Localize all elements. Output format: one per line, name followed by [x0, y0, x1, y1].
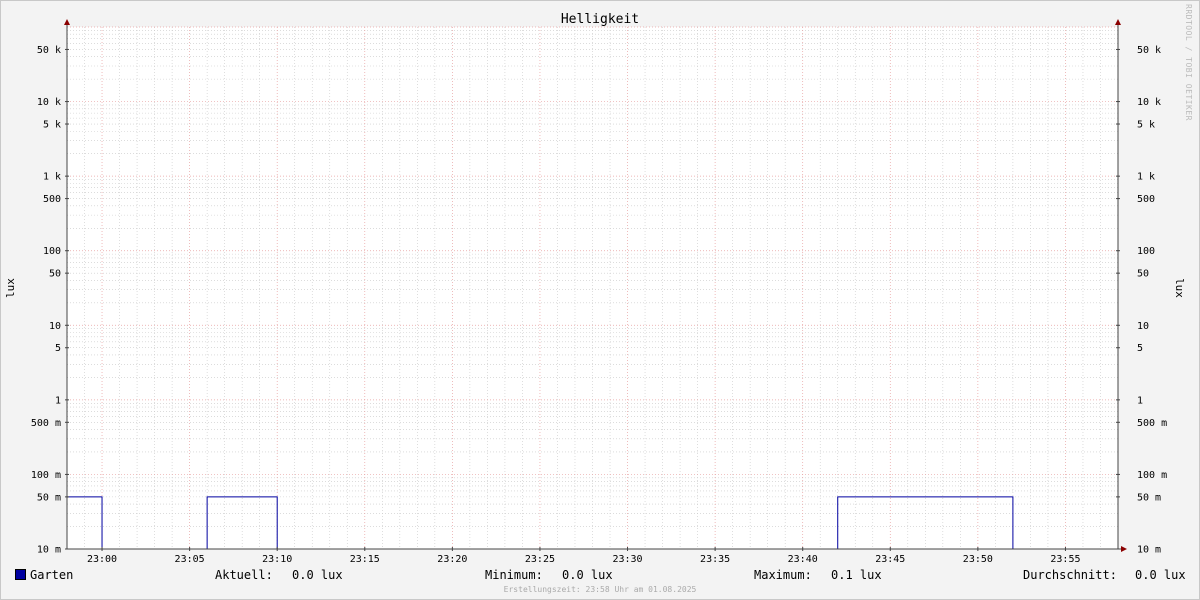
x-tick-label: 23:50 — [963, 554, 993, 565]
legend-aktuell-value: 0.0 lux — [292, 568, 343, 582]
y-tick-label-right: 100 m — [1137, 470, 1167, 481]
x-axis-arrow — [1121, 546, 1127, 552]
y-tick-label-right: 10 — [1137, 321, 1149, 332]
y-tick-label-right: 5 — [1137, 343, 1143, 354]
y-tick-label-left: 50 m — [37, 492, 61, 503]
brightness-chart: 50 k 50 k 10 k 10 k 5 k 5 k 1 k 1 k 500 500 100 100… — [4, 12, 1186, 565]
y-tick-label-left: 50 — [49, 269, 61, 280]
y-tick-label-right: 5 k — [1137, 120, 1155, 131]
y-tick-label-right: 500 — [1137, 194, 1155, 205]
chart-title: Helligkeit — [561, 12, 639, 27]
y-tick-label-right: 1 — [1137, 395, 1143, 406]
y-tick-label-right: 100 — [1137, 246, 1155, 257]
legend-series-name: Garten — [30, 568, 74, 582]
x-tick-label: 23:40 — [788, 554, 818, 565]
y-tick-label-right: 1 k — [1137, 172, 1155, 183]
x-tick-label: 23:25 — [525, 554, 555, 565]
legend-maximum-value: 0.1 lux — [831, 568, 882, 582]
legend-minimum-label: Minimum: — [485, 568, 543, 582]
y-tick-label-left: 100 m — [31, 470, 61, 481]
y-tick-label-left: 10 m — [37, 545, 61, 556]
y-tick-label-left: 10 — [49, 321, 61, 332]
x-tick-label: 23:10 — [262, 554, 292, 565]
y-tick-label-right: 10 m — [1137, 545, 1161, 556]
x-tick-label: 23:45 — [875, 554, 905, 565]
x-tick-label: 23:20 — [437, 554, 467, 565]
y-tick-label-left: 50 k — [37, 45, 61, 56]
x-tick-label: 23:55 — [1050, 554, 1080, 565]
legend-maximum-label: Maximum: — [754, 568, 812, 582]
y-axis-arrow-left — [64, 19, 70, 25]
y-axis-arrow-right — [1115, 19, 1121, 25]
watermark: RRDTOOL / TOBI OETIKER — [1184, 4, 1193, 121]
legend-swatch-garten — [15, 569, 26, 580]
y-tick-label-right: 10 k — [1137, 97, 1161, 108]
y-tick-label-left: 500 — [43, 194, 61, 205]
x-tick-label: 23:00 — [87, 554, 117, 565]
y-tick-label-right: 50 — [1137, 269, 1149, 280]
y-tick-label-right: 50 k — [1137, 45, 1161, 56]
legend-aktuell-label: Aktuell: — [215, 568, 273, 582]
legend: Garten Aktuell: 0.0 lux Minimum: 0.0 lux… — [0, 566, 1200, 584]
creation-timestamp: Erstellungszeit: 23:58 Uhr am 01.08.2025 — [503, 585, 697, 594]
y-tick-label-left: 5 — [55, 343, 61, 354]
y-tick-label-right: 500 m — [1137, 418, 1167, 429]
y-tick-label-left: 500 m — [31, 418, 61, 429]
y-axis-label-left: lux — [4, 278, 17, 298]
y-tick-label-right: 50 m — [1137, 492, 1161, 503]
y-tick-label-left: 1 k — [43, 172, 61, 183]
legend-durchschnitt-value: 0.0 lux — [1135, 568, 1186, 582]
x-tick-label: 23:30 — [612, 554, 642, 565]
y-axis-label-right: lux — [1173, 278, 1186, 298]
y-tick-label-left: 10 k — [37, 97, 61, 108]
y-tick-label-left: 1 — [55, 395, 61, 406]
legend-minimum-value: 0.0 lux — [562, 568, 613, 582]
x-tick-label: 23:05 — [175, 554, 205, 565]
x-tick-label: 23:15 — [350, 554, 380, 565]
x-tick-label: 23:35 — [700, 554, 730, 565]
y-tick-label-left: 100 — [43, 246, 61, 257]
y-tick-label-left: 5 k — [43, 120, 61, 131]
legend-durchschnitt-label: Durchschnitt: — [1023, 568, 1117, 582]
